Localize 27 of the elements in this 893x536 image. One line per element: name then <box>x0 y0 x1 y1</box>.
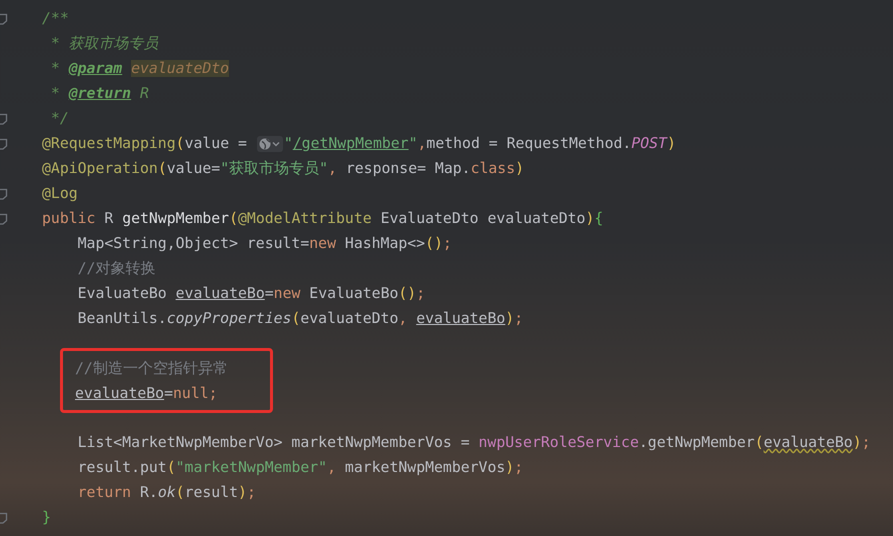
code-line: */ <box>50 110 69 127</box>
code-line: public R getNwpMember(@ModelAttribute EvaluateDto evaluateDto){ <box>42 210 604 227</box>
fold-marker-icon[interactable] <box>0 12 8 24</box>
code-line: result.put("marketNwpMember", marketNwpMemberVos); <box>76 459 524 476</box>
code-line: //对象转换 <box>76 259 156 278</box>
code-line: List<MarketNwpMemberVo> marketNwpMemberVos = nwpUserRoleService.getNwpMember(evaluateBo); <box>76 434 871 451</box>
code-line: @RequestMapping(value = <box>42 135 248 152</box>
fold-marker-icon[interactable] <box>0 138 8 150</box>
fold-marker-icon[interactable] <box>0 188 8 200</box>
fold-marker-icon[interactable] <box>0 212 8 224</box>
code-line: * @param evaluateDto <box>50 60 230 77</box>
code-line: * @return R <box>50 85 149 102</box>
code-line: * 获取市场专员 <box>50 34 159 53</box>
code-line: Map<String,Object> result=new HashMap<>(); <box>76 235 452 252</box>
fold-marker-icon[interactable] <box>0 112 8 124</box>
code-line: @Log <box>42 185 78 202</box>
code-line: "/getNwpMember",method = RequestMethod.POST) <box>284 135 676 152</box>
code-line: EvaluateBo evaluateBo=new EvaluateBo(); <box>76 285 426 302</box>
code-line: @ApiOperation(value="获取市场专员", response= Map.class) <box>42 159 524 178</box>
code-line: BeanUtils.copyProperties(evaluateDto, evaluateBo); <box>76 310 524 327</box>
code-line: return R.ok(result); <box>76 484 256 501</box>
code-line: /** <box>42 10 69 27</box>
fold-marker-icon[interactable] <box>0 512 8 524</box>
code-line: } <box>42 509 51 526</box>
globe-dropdown-icon[interactable] <box>256 136 283 152</box>
code-line: //制造一个空指针异常 <box>75 358 228 378</box>
code-line: evaluateBo=null; <box>75 384 218 402</box>
